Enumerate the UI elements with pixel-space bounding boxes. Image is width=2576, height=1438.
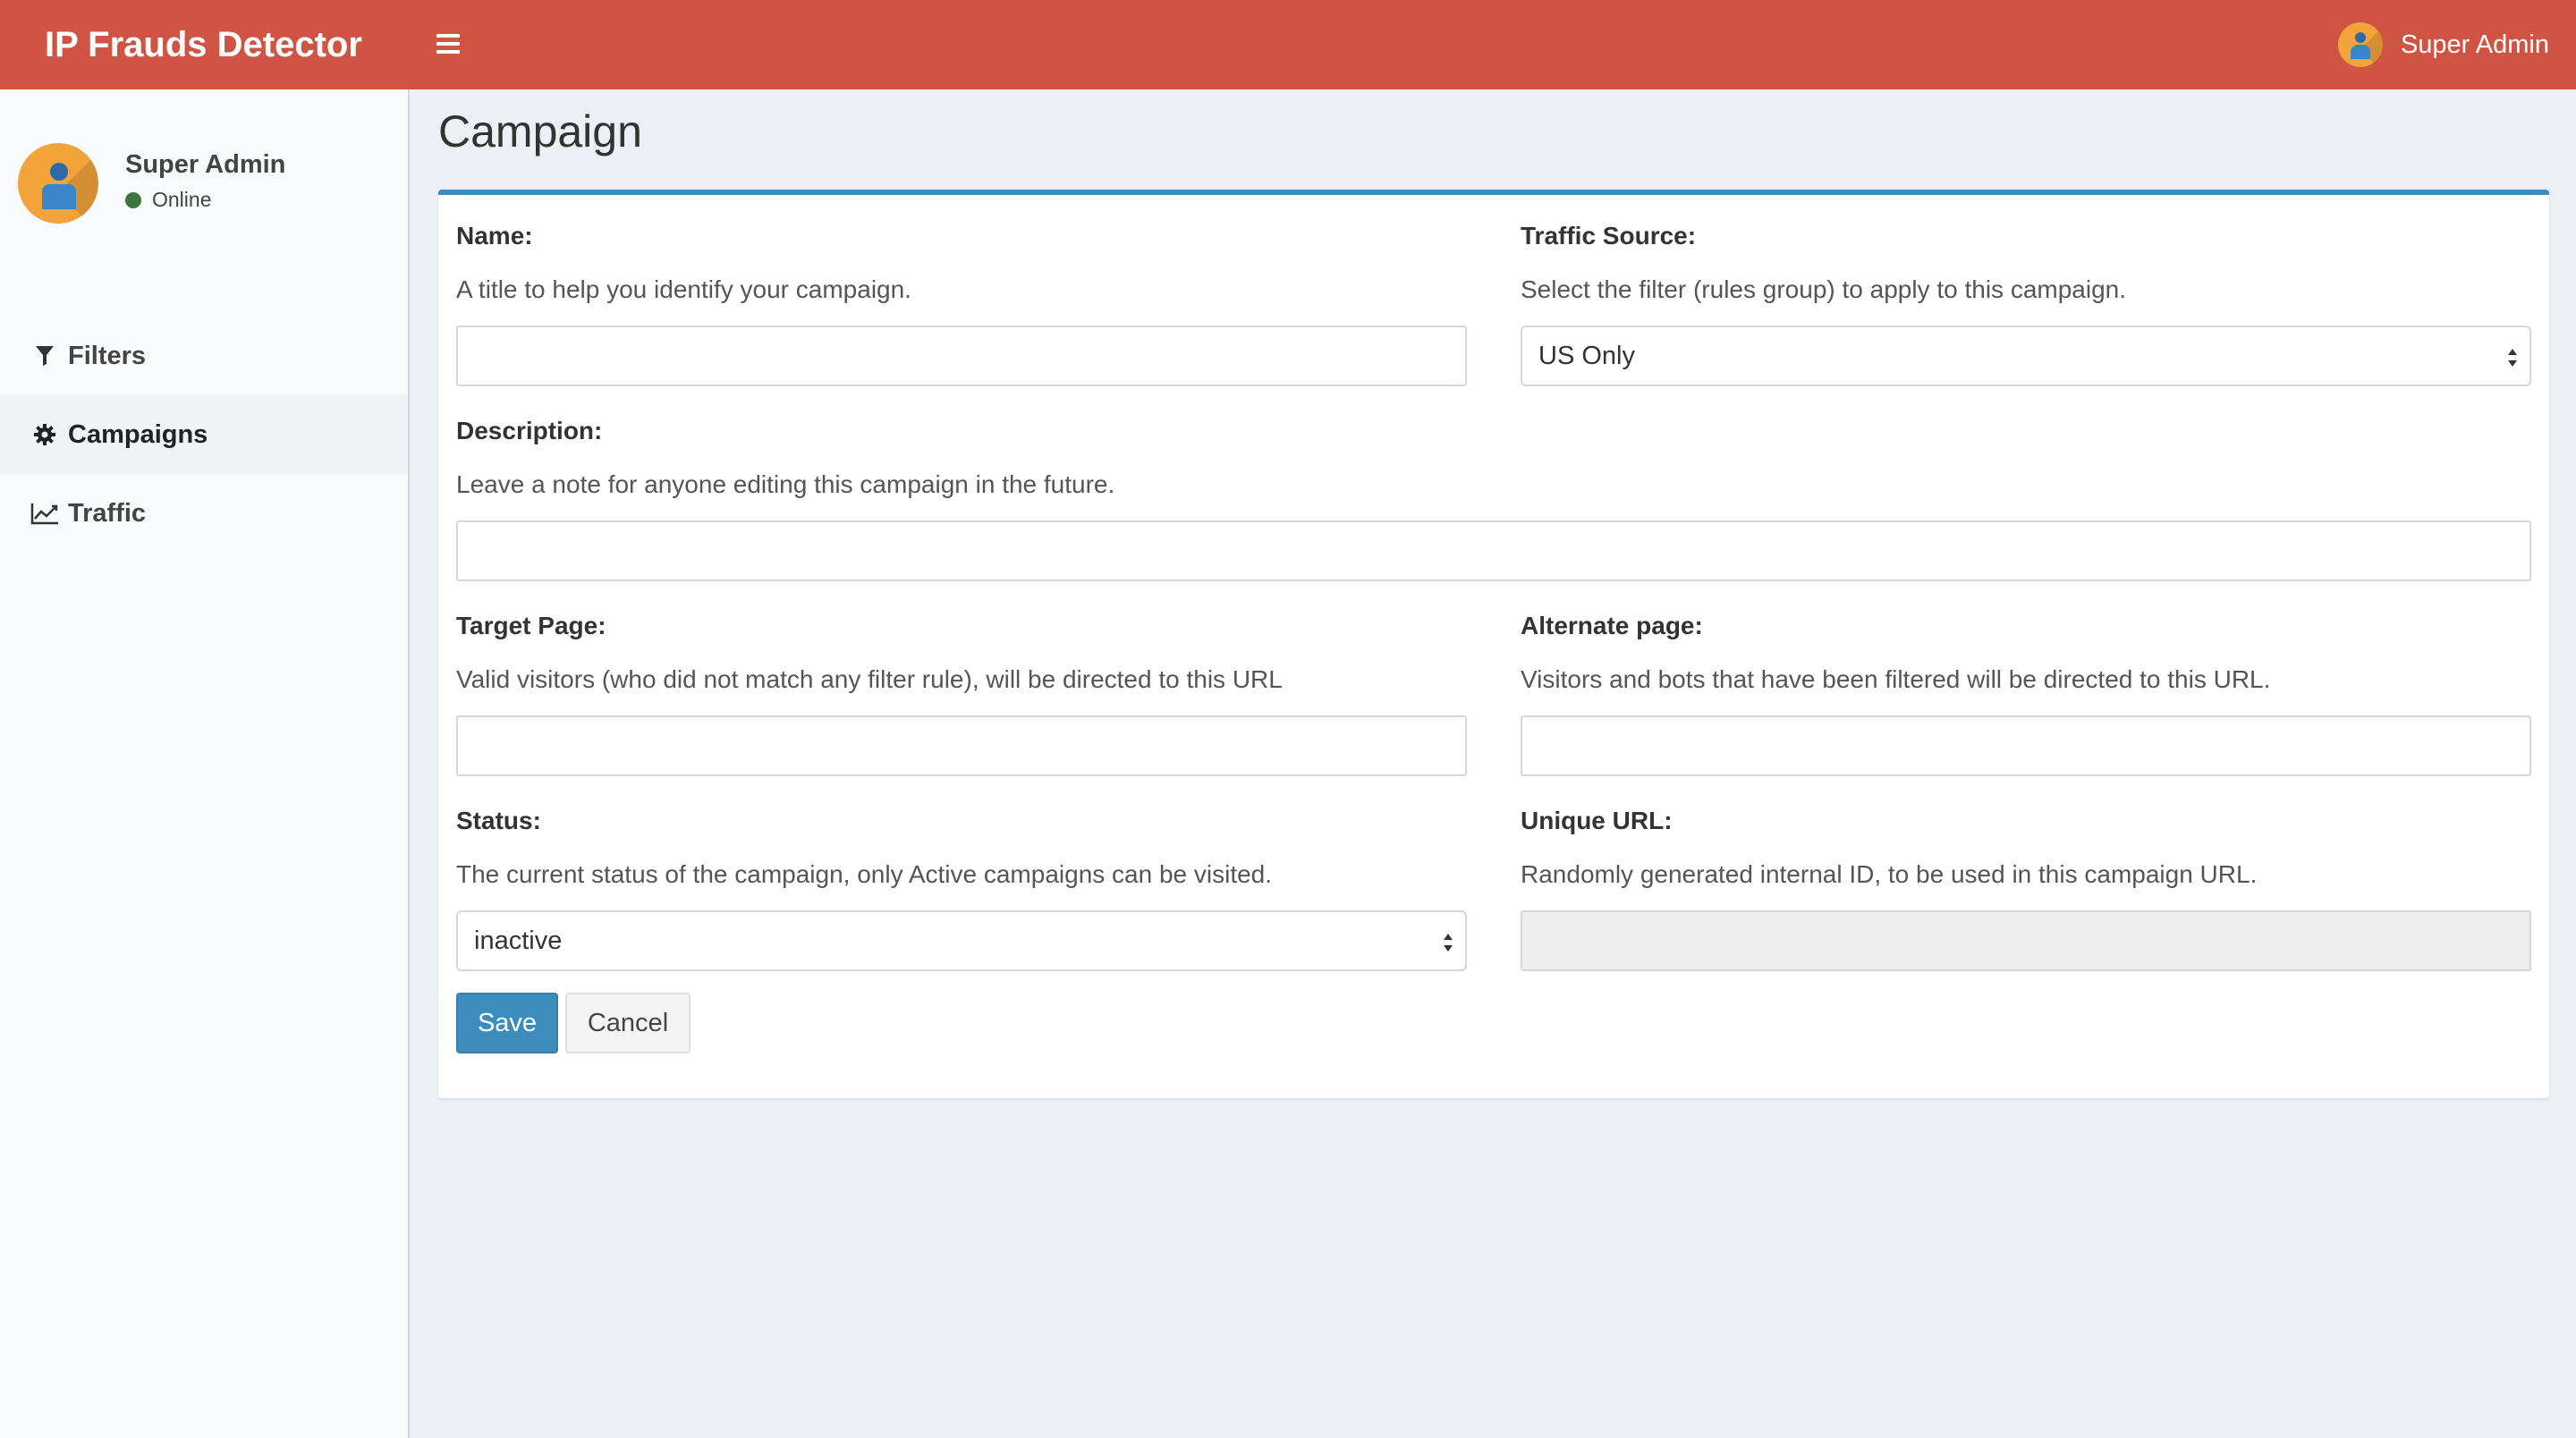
traffic-source-help: Select the filter (rules group) to apply… <box>1521 275 2127 303</box>
status-label: Status: <box>456 807 541 834</box>
user-menu-name: Super Admin <box>2400 30 2549 59</box>
status-value: inactive <box>474 926 563 955</box>
status-badge: Online <box>125 188 211 212</box>
unique-url-label: Unique URL: <box>1521 807 1673 834</box>
name-input[interactable] <box>456 326 1467 386</box>
sidebar-item-label: Traffic <box>68 498 147 528</box>
save-button[interactable]: Save <box>456 993 558 1053</box>
target-page-input[interactable] <box>456 715 1467 776</box>
campaign-form: Name: A title to help you identify your … <box>438 190 2549 1098</box>
sidebar-item-label: Filters <box>68 341 147 370</box>
traffic-source-select[interactable]: US Only <box>1521 326 2531 386</box>
hamburger-menu-icon[interactable] <box>436 34 460 55</box>
unique-url-input <box>1521 910 2531 971</box>
sidebar-item-label: Campaigns <box>68 419 208 449</box>
status-text: Online <box>152 188 212 211</box>
description-input[interactable] <box>456 520 2531 581</box>
sidebar-menu: Filters Campaigns Traffic <box>0 317 408 553</box>
gear-icon <box>30 420 59 449</box>
avatar <box>18 143 98 224</box>
online-dot-icon <box>125 191 141 208</box>
sidebar-user-name: Super Admin <box>125 150 286 179</box>
description-help: Leave a note for anyone editing this cam… <box>456 470 1115 498</box>
name-label: Name: <box>456 222 533 250</box>
target-page-help: Valid visitors (who did not match any fi… <box>456 665 1283 693</box>
status-select[interactable]: inactive <box>456 910 1467 971</box>
target-page-label: Target Page: <box>456 612 606 639</box>
unique-url-help: Randomly generated internal ID, to be us… <box>1521 860 2258 888</box>
alternate-page-help: Visitors and bots that have been filtere… <box>1521 665 2271 693</box>
filter-icon <box>30 342 59 370</box>
sidebar-item-campaigns[interactable]: Campaigns <box>0 395 408 474</box>
traffic-source-label: Traffic Source: <box>1521 222 1697 250</box>
app-logo[interactable]: IP Frauds Detector <box>45 0 362 89</box>
user-panel: Super Admin Online <box>18 143 394 224</box>
description-label: Description: <box>456 417 603 444</box>
select-arrows-icon <box>2508 349 2517 367</box>
user-menu[interactable]: Super Admin <box>2337 0 2549 89</box>
sidebar: Super Admin Online Filters Campaigns Tra… <box>0 89 410 1438</box>
page-title: Campaign <box>438 106 642 156</box>
alternate-page-label: Alternate page: <box>1521 612 1703 639</box>
status-help: The current status of the campaign, only… <box>456 860 1273 888</box>
select-arrows-icon <box>1444 934 1453 952</box>
cancel-button[interactable]: Cancel <box>565 993 691 1053</box>
top-header: IP Frauds Detector Super Admin <box>0 0 2576 89</box>
sidebar-item-filters[interactable]: Filters <box>0 317 408 395</box>
alternate-page-input[interactable] <box>1521 715 2531 776</box>
name-help: A title to help you identify your campai… <box>456 275 911 303</box>
avatar <box>2337 22 2383 67</box>
traffic-source-value: US Only <box>1538 341 1635 370</box>
sidebar-item-traffic[interactable]: Traffic <box>0 474 408 553</box>
line-chart-icon <box>30 499 59 528</box>
